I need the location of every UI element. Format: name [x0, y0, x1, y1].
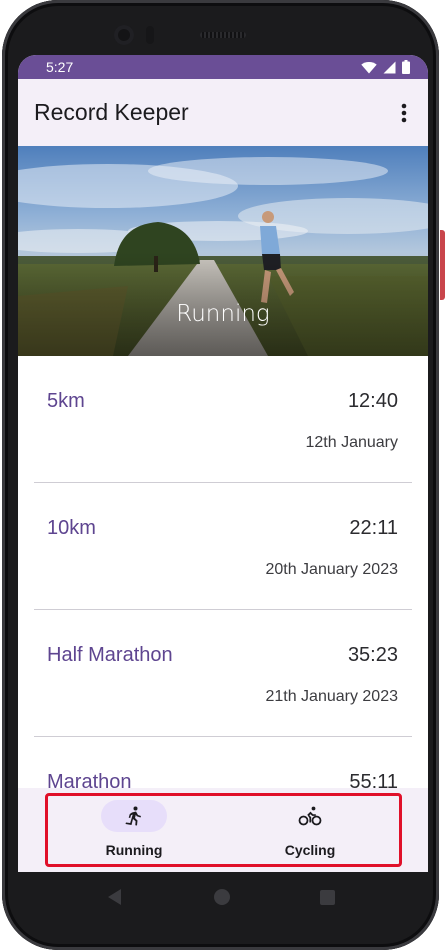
record-time: 22:11	[349, 517, 398, 539]
record-time: 35:23	[347, 644, 398, 666]
list-item[interactable]: 5km 12:40 12th January	[18, 356, 428, 483]
home-icon[interactable]	[214, 889, 230, 905]
hero-title: Running	[176, 301, 270, 327]
status-icons	[361, 60, 410, 74]
bottom-navigation: Running Cycling	[18, 788, 428, 872]
signal-icon	[383, 61, 396, 73]
system-navigation	[18, 872, 428, 922]
list-item[interactable]: 10km 22:11 20th January 2023	[18, 483, 428, 610]
nav-label-running: Running	[105, 842, 163, 858]
nav-item-cycling[interactable]: Cycling	[255, 796, 365, 862]
record-date: 20th January 2023	[265, 561, 398, 578]
battery-icon	[402, 60, 410, 74]
record-name: Half Marathon	[47, 644, 173, 666]
power-button	[440, 230, 445, 300]
status-bar: 5:27	[18, 55, 428, 79]
proximity-sensor	[146, 26, 154, 44]
nav-label-cycling: Cycling	[284, 842, 336, 858]
record-time: 12:40	[347, 390, 398, 412]
status-time: 5:27	[46, 59, 74, 75]
more-vert-icon	[401, 103, 407, 123]
record-name: 10km	[47, 517, 96, 539]
top-app-bar: Record Keeper	[18, 79, 428, 146]
bike-icon	[298, 806, 322, 826]
list-item[interactable]: Half Marathon 35:23 21th January 2023	[18, 610, 428, 737]
nav-item-running[interactable]: Running	[79, 796, 189, 862]
earpiece-speaker	[200, 32, 246, 38]
wifi-icon	[361, 61, 377, 73]
overflow-menu-button[interactable]	[392, 101, 416, 125]
record-date: 21th January 2023	[265, 688, 398, 705]
record-name: 5km	[47, 390, 85, 412]
hero-image: Running	[18, 146, 428, 356]
screen: 5:27 Record Keeper Running 5km 12:40 12t…	[18, 55, 428, 872]
device: 5:27 Record Keeper Running 5km 12:40 12t…	[0, 0, 445, 952]
front-camera	[114, 25, 134, 45]
back-icon[interactable]	[108, 889, 121, 905]
running-icon	[125, 806, 141, 826]
app-title: Record Keeper	[34, 99, 189, 125]
record-date: 12th January	[305, 434, 398, 451]
recents-icon[interactable]	[320, 890, 335, 905]
